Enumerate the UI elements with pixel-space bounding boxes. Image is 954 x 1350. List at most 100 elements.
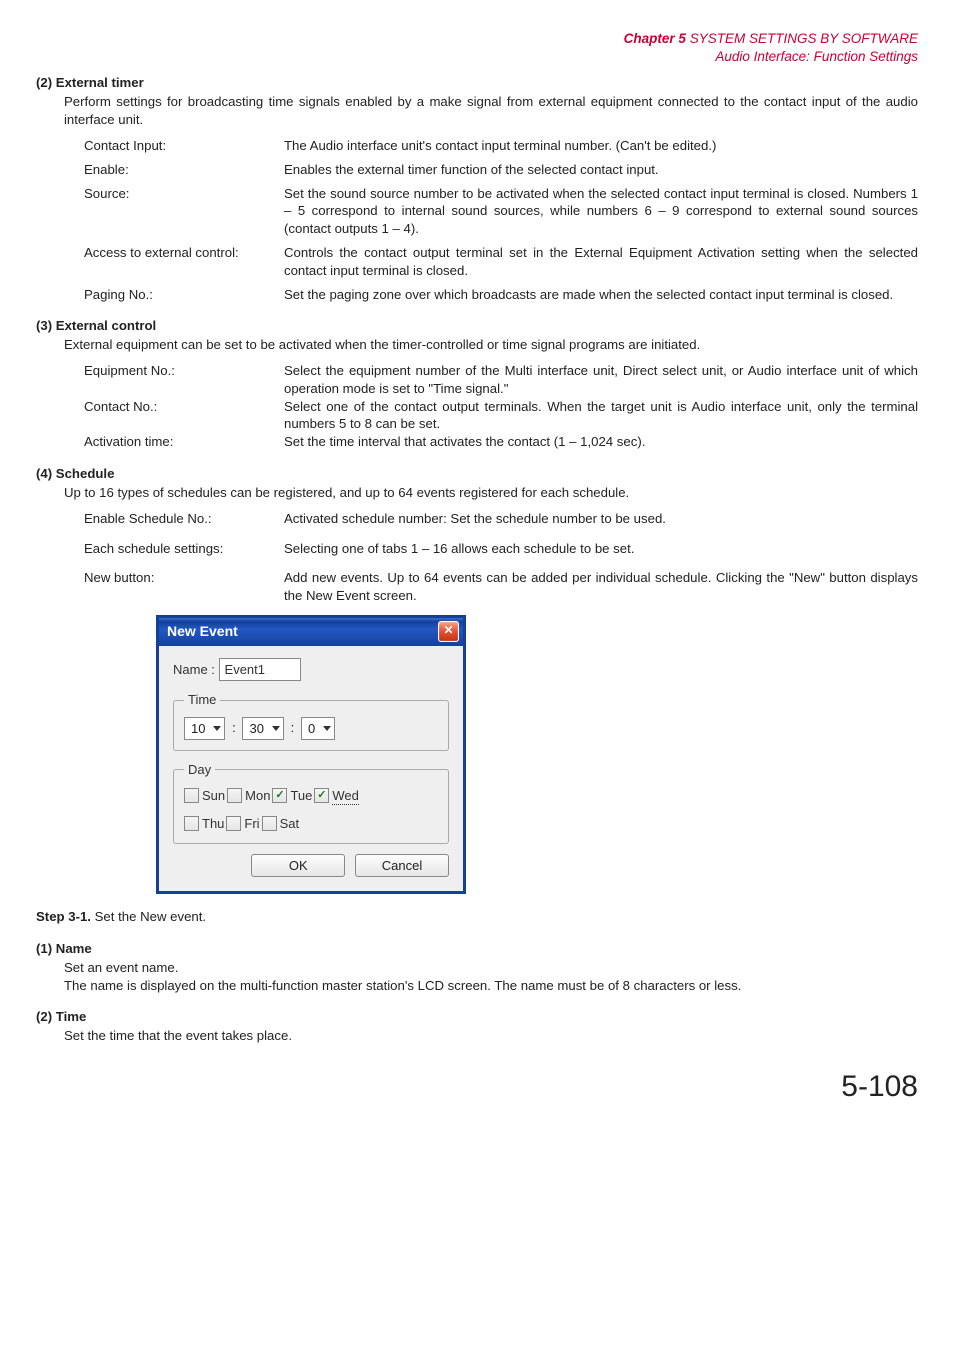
section-title: Time xyxy=(56,1009,87,1024)
section-title: Name xyxy=(56,941,92,956)
section-desc: Perform settings for broadcasting time s… xyxy=(64,93,918,129)
section-name-heading: (1) Name xyxy=(36,940,918,958)
chevron-down-icon xyxy=(213,726,221,731)
day-checkbox-sat[interactable]: Sat xyxy=(262,815,300,833)
close-button[interactable]: ✕ xyxy=(438,621,459,642)
def-label: New button: xyxy=(84,569,284,605)
section-external-timer-heading: (2) External timer xyxy=(36,74,918,92)
time-minute-select[interactable]: 30 xyxy=(242,717,283,740)
def-value: Set the sound source number to be activa… xyxy=(284,185,918,238)
day-label: Tue xyxy=(290,787,312,805)
dialog-titlebar[interactable]: New Event ✕ xyxy=(159,618,463,646)
section-desc: External equipment can be set to be acti… xyxy=(64,336,918,354)
def-row: Source:Set the sound source number to be… xyxy=(84,185,918,238)
def-value: The Audio interface unit's contact input… xyxy=(284,137,918,155)
def-label: Equipment No.: xyxy=(84,362,284,398)
def-row: New button:Add new events. Up to 64 even… xyxy=(84,569,918,605)
checkbox-icon xyxy=(184,816,199,831)
def-row: Paging No.:Set the paging zone over whic… xyxy=(84,286,918,304)
day-label: Fri xyxy=(244,815,259,833)
def-value: Set the paging zone over which broadcast… xyxy=(284,286,918,304)
section-num: (3) xyxy=(36,318,52,333)
def-value: Controls the contact output terminal set… xyxy=(284,244,918,280)
chapter-prefix: Chapter 5 xyxy=(624,31,686,46)
day-checkbox-wed[interactable]: ✓Wed xyxy=(314,787,359,806)
def-row: Activation time:Set the time interval th… xyxy=(84,433,918,451)
section-num: (2) xyxy=(36,75,52,90)
dialog-title: New Event xyxy=(167,622,238,641)
page-number: 5-108 xyxy=(36,1067,918,1108)
def-label: Paging No.: xyxy=(84,286,284,304)
time-minute-value: 30 xyxy=(249,720,263,738)
def-label: Activation time: xyxy=(84,433,284,451)
day-checkbox-mon[interactable]: Mon xyxy=(227,787,270,805)
day-label: Thu xyxy=(202,815,224,833)
time-hour-value: 10 xyxy=(191,720,205,738)
section-external-control-heading: (3) External control xyxy=(36,317,918,335)
chevron-down-icon xyxy=(323,726,331,731)
def-row: Contact No.:Select one of the contact ou… xyxy=(84,398,918,434)
name-label: Name : xyxy=(173,662,215,677)
checkbox-icon xyxy=(227,788,242,803)
time-sep: : xyxy=(291,720,295,735)
def-value: Set the time interval that activates the… xyxy=(284,433,918,451)
day-label: Mon xyxy=(245,787,270,805)
def-row: Each schedule settings:Selecting one of … xyxy=(84,540,918,558)
def-value: Select one of the contact output termina… xyxy=(284,398,918,434)
def-row: Contact Input:The Audio interface unit's… xyxy=(84,137,918,155)
section-time-heading: (2) Time xyxy=(36,1008,918,1026)
time-second-select[interactable]: 0 xyxy=(301,717,335,740)
checkbox-icon xyxy=(184,788,199,803)
def-value: Activated schedule number: Set the sched… xyxy=(284,510,918,528)
section-desc: Set an event name. The name is displayed… xyxy=(64,959,918,995)
section-num: (2) xyxy=(36,1009,52,1024)
page-header: Chapter 5 SYSTEM SETTINGS BY SOFTWARE Au… xyxy=(36,30,918,66)
step-text: Set the New event. xyxy=(95,909,206,924)
def-label: Contact Input: xyxy=(84,137,284,155)
day-label: Sun xyxy=(202,787,225,805)
step-heading: Step 3-1. Set the New event. xyxy=(36,908,918,926)
def-row: Equipment No.:Select the equipment numbe… xyxy=(84,362,918,398)
definition-list: Equipment No.:Select the equipment numbe… xyxy=(36,362,918,451)
day-checkbox-sun[interactable]: Sun xyxy=(184,787,225,805)
definition-list: Contact Input:The Audio interface unit's… xyxy=(36,137,918,304)
cancel-button[interactable]: Cancel xyxy=(355,854,449,878)
def-label: Enable Schedule No.: xyxy=(84,510,284,528)
checkbox-icon xyxy=(262,816,277,831)
checkbox-icon xyxy=(226,816,241,831)
day-checkbox-tue[interactable]: ✓Tue xyxy=(272,787,312,805)
section-schedule-heading: (4) Schedule xyxy=(36,465,918,483)
section-title: External control xyxy=(56,318,156,333)
time-legend: Time xyxy=(184,691,220,709)
button-row: OK Cancel xyxy=(173,854,449,878)
day-legend: Day xyxy=(184,761,215,779)
section-title: Schedule xyxy=(56,466,115,481)
def-value: Add new events. Up to 64 events can be a… xyxy=(284,569,918,605)
name-row: Name : Event1 xyxy=(173,658,449,682)
def-label: Contact No.: xyxy=(84,398,284,434)
section-num: (1) xyxy=(36,941,52,956)
day-checkbox-thu[interactable]: Thu xyxy=(184,815,224,833)
new-event-dialog: New Event ✕ Name : Event1 Time 10 : 30 :… xyxy=(156,615,466,894)
def-row: Enable Schedule No.:Activated schedule n… xyxy=(84,510,918,528)
day-checkbox-fri[interactable]: Fri xyxy=(226,815,259,833)
checkbox-icon: ✓ xyxy=(314,788,329,803)
def-value: Select the equipment number of the Multi… xyxy=(284,362,918,398)
new-event-dialog-container: New Event ✕ Name : Event1 Time 10 : 30 :… xyxy=(156,615,918,894)
checkbox-icon: ✓ xyxy=(272,788,287,803)
def-value: Selecting one of tabs 1 – 16 allows each… xyxy=(284,540,918,558)
name-input[interactable]: Event1 xyxy=(219,658,301,682)
section-desc: Set the time that the event takes place. xyxy=(64,1027,918,1045)
day-fieldset: Day Sun Mon ✓Tue ✓Wed Thu Fri Sat xyxy=(173,761,449,844)
close-icon: ✕ xyxy=(443,623,453,637)
def-label: Each schedule settings: xyxy=(84,540,284,558)
dialog-body: Name : Event1 Time 10 : 30 : 0 Day Sun M… xyxy=(159,646,463,891)
time-hour-select[interactable]: 10 xyxy=(184,717,225,740)
ok-button[interactable]: OK xyxy=(251,854,345,878)
time-sep: : xyxy=(232,720,236,735)
chapter-title: SYSTEM SETTINGS BY SOFTWARE xyxy=(686,31,918,46)
time-second-value: 0 xyxy=(308,720,315,738)
def-row: Access to external control:Controls the … xyxy=(84,244,918,280)
chevron-down-icon xyxy=(272,726,280,731)
time-fieldset: Time 10 : 30 : 0 xyxy=(173,691,449,751)
